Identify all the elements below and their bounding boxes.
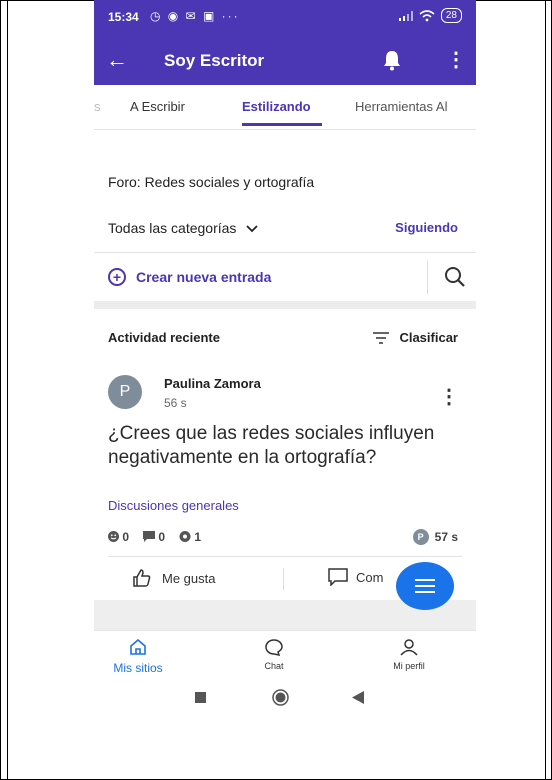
sort-label: Clasificar	[399, 330, 458, 345]
tab-previous[interactable]: s	[94, 99, 101, 114]
nav-mis-sitios[interactable]: Mis sitios	[108, 638, 168, 675]
add-circle-icon: +	[108, 268, 126, 286]
smiley-icon	[108, 531, 119, 542]
action-separator	[283, 568, 284, 590]
wifi-icon	[419, 9, 435, 21]
comment-outline-icon	[328, 568, 348, 586]
comments-count: 0	[158, 530, 166, 544]
home-icon	[130, 638, 146, 655]
notification-icons: ◷ ◉ ✉ ▣ ···	[150, 9, 240, 23]
post-more-icon[interactable]: ⋮	[439, 384, 459, 409]
active-tab-indicator	[242, 123, 322, 126]
nav-mi-perfil[interactable]: Mi perfil	[384, 639, 434, 671]
like-button[interactable]: Me gusta	[132, 568, 215, 588]
post-author[interactable]: Paulina Zamora	[164, 376, 261, 391]
status-time: 15:34	[108, 10, 139, 24]
new-post-button[interactable]: + Crear nueva entrada	[108, 268, 271, 286]
home-button-icon[interactable]	[272, 689, 289, 706]
mini-avatar: P	[412, 529, 429, 545]
bell-icon[interactable]	[382, 49, 402, 71]
post-stats: 0 0 1	[108, 530, 201, 544]
thumbs-up-icon	[133, 569, 151, 587]
post-title[interactable]: ¿Crees que las redes sociales influyen n…	[108, 422, 438, 470]
search-icon[interactable]	[444, 266, 466, 288]
like-label: Me gusta	[162, 570, 216, 586]
chevron-down-icon	[246, 225, 258, 233]
recents-icon[interactable]	[195, 692, 206, 703]
menu-icon	[415, 579, 435, 593]
section-separator	[94, 301, 476, 309]
phone-screen: 15:34 ◷ ◉ ✉ ▣ ··· 28 ← Soy Escritor ⋮ s …	[94, 0, 476, 715]
forum-title: Foro: Redes sociales y ortografía	[108, 174, 315, 190]
nav-label-chat: Chat	[264, 661, 284, 671]
menu-fab[interactable]	[396, 562, 454, 610]
post-category[interactable]: Discusiones generales	[108, 498, 239, 513]
tab-a-escribir[interactable]: A Escribir	[130, 99, 185, 114]
reactions-count: 0	[122, 530, 130, 544]
battery-icon: 28	[440, 8, 462, 23]
nav-chat[interactable]: Chat	[254, 639, 294, 671]
bottom-nav: Mis sitios Chat Mi perfil	[94, 630, 476, 682]
app-title: Soy Escritor	[164, 51, 265, 70]
status-right: 28	[398, 8, 462, 23]
categories-label: Todas las categorías	[108, 220, 237, 236]
nav-label-mis-sitios: Mis sitios	[113, 661, 163, 675]
frame-line-left	[7, 0, 8, 780]
eye-icon	[179, 531, 191, 542]
frame-line-right	[545, 0, 546, 780]
tab-estilizando[interactable]: Estilizando	[242, 99, 311, 114]
back-arrow-icon[interactable]: ←	[106, 47, 128, 73]
comments-stat: 0	[143, 530, 165, 544]
new-post-label: Crear nueva entrada	[136, 269, 272, 285]
comment-icon	[143, 531, 156, 542]
actions-divider	[108, 556, 462, 557]
more-vert-icon[interactable]: ⋮	[446, 47, 466, 72]
categories-dropdown[interactable]: Todas las categorías	[108, 220, 258, 236]
signal-icon	[398, 10, 413, 21]
views-stat: 1	[179, 530, 201, 544]
tab-herramientas[interactable]: Herramientas Al	[355, 99, 447, 114]
vertical-separator	[427, 260, 428, 294]
status-bar: 15:34 ◷ ◉ ✉ ▣ ··· 28	[94, 0, 476, 35]
chat-bubble-icon	[265, 639, 283, 656]
back-button-icon[interactable]	[352, 691, 364, 704]
divider	[94, 252, 476, 253]
comment-button[interactable]: Com	[328, 568, 383, 586]
recent-activity-heading: Actividad reciente	[108, 330, 220, 345]
reactions-stat: 0	[108, 530, 129, 544]
nav-label-mi-perfil: Mi perfil	[393, 661, 425, 671]
last-activity-time: 57 s	[434, 530, 458, 544]
following-link[interactable]: Siguiendo	[395, 220, 458, 235]
sort-button[interactable]: Clasificar	[373, 330, 458, 345]
app-bar: ← Soy Escritor ⋮	[94, 35, 476, 85]
post-time: 56 s	[164, 396, 187, 410]
system-nav-bar	[94, 682, 476, 715]
last-activity: P 57 s	[412, 529, 458, 545]
views-count: 1	[194, 530, 202, 544]
avatar[interactable]: P	[108, 375, 142, 409]
comment-label: Com	[356, 569, 384, 585]
person-icon	[400, 639, 418, 656]
tab-bar: s A Escribir Estilizando Herramientas Al	[94, 85, 476, 130]
sort-icon	[373, 331, 390, 344]
